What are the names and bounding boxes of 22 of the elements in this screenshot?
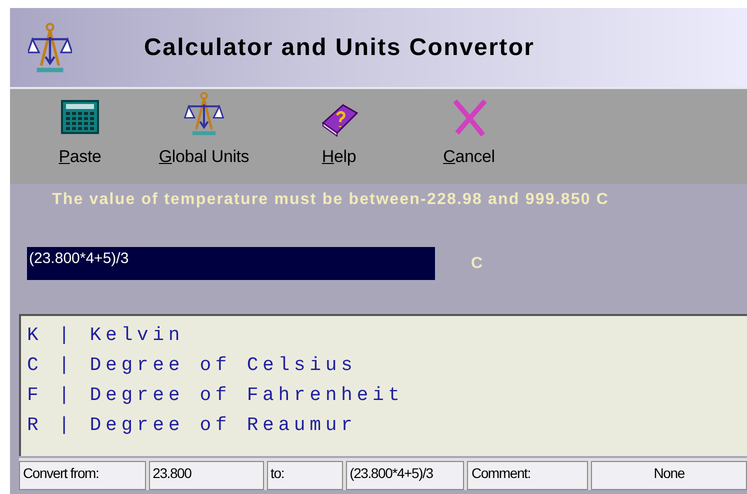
unit-list-item[interactable]: C | Degree of Celsius [27,350,741,380]
window-title: Calculator and Units Convertor [144,34,535,62]
unit-list-item[interactable]: K | Kelvin [27,320,741,350]
status-value: (23.800*4+5)/3 [346,461,464,490]
range-message: The value of temperature must be between-228.98 and 999.850 C [51,191,610,209]
status-value: None [591,461,747,490]
toolbar-button[interactable]: Paste [48,89,112,167]
toolbar-button[interactable]: Help [284,89,394,167]
status-value: 23.800 [148,461,264,490]
status-label: Convert from: [19,461,146,490]
scales-icon [184,91,224,137]
toolbar-button[interactable]: Cancel [414,89,524,167]
status-label: to: [266,461,343,490]
status-label: Comment: [467,461,588,490]
unit-list-item[interactable]: F | Degree of Fahrenheit [27,380,741,410]
unit-label: C [471,254,483,272]
unit-list-item[interactable]: R | Degree of Reaumur [27,410,741,440]
scales-icon [28,20,72,74]
expression-field[interactable]: (23.800*4+5)/3 [27,247,435,280]
calculator-icon [60,97,100,137]
toolbar-button[interactable]: Global Units [144,89,264,167]
unit-list[interactable]: K | Kelvin C | Degree of Celsius F | Degree of Fahrenheit R | Degree of Reaumur [19,314,747,456]
